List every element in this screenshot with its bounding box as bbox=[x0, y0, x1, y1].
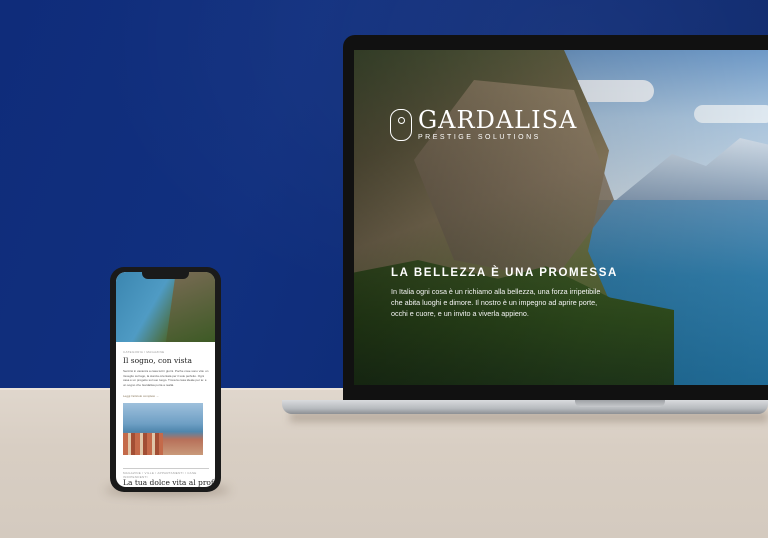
phone-article-title[interactable]: Il sogno, con vista bbox=[123, 356, 192, 365]
phone-hero-image bbox=[116, 272, 215, 342]
hero-headline: LA BELLEZZA È UNA PROMESSA bbox=[391, 267, 618, 279]
phone-article-image bbox=[123, 403, 203, 455]
laptop-screen: GARDALISA PRESTIGE SOLUTIONS LA BELLEZZA… bbox=[354, 50, 768, 385]
key-logo-icon bbox=[390, 108, 412, 141]
phone-article-body: Sentirsi in vacanza a casa tutti i giorn… bbox=[123, 369, 209, 387]
laptop-base bbox=[282, 400, 768, 414]
brand-subtitle: PRESTIGE SOLUTIONS bbox=[418, 134, 541, 141]
phone-read-more-link[interactable]: Leggi l’articolo completo → bbox=[123, 394, 159, 398]
hero-body: In Italia ogni cosa è un richiamo alla b… bbox=[391, 287, 601, 318]
phone-screen: CATEGORIA / MAGAZINE Il sogno, con vista… bbox=[116, 272, 215, 487]
brand-name: GARDALISA bbox=[418, 106, 578, 134]
divider bbox=[123, 468, 209, 469]
screen-shade bbox=[354, 50, 768, 385]
phone-notch bbox=[142, 272, 189, 279]
phone-article-title-2[interactable]: La tua dolce vita al profumo di bbox=[123, 478, 215, 487]
site-logo[interactable]: GARDALISA PRESTIGE SOLUTIONS bbox=[390, 108, 577, 141]
laptop-notch bbox=[575, 400, 665, 407]
phone-category: CATEGORIA / MAGAZINE bbox=[123, 350, 165, 354]
